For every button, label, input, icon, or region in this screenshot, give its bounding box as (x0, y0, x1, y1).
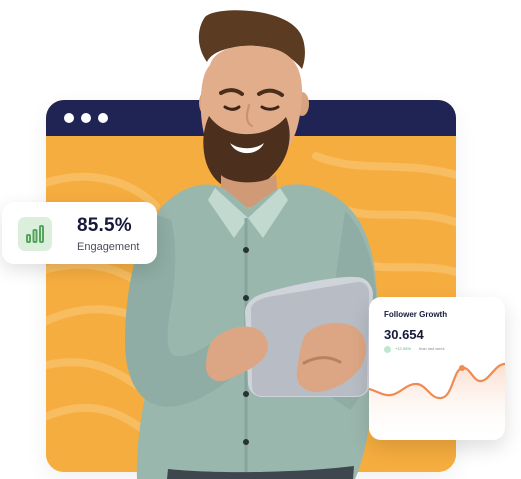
follower-growth-sparkline (369, 362, 505, 440)
follower-growth-card: Follower Growth 30.654 +12.09% than last… (369, 297, 505, 440)
hero-illustration: 85.5% Engagement Follower Growth 30.654 … (0, 0, 521, 479)
growth-up-icon (384, 346, 391, 353)
bar-chart-icon-graphic (26, 225, 44, 243)
engagement-label: Engagement (77, 241, 140, 253)
engagement-value: 85.5% (77, 215, 132, 236)
engagement-card: 85.5% Engagement (2, 202, 157, 264)
follower-growth-change: +12.09% (395, 346, 411, 351)
sparkline-marker (459, 365, 465, 371)
sparkline-area (369, 364, 505, 440)
follower-growth-title: Follower Growth (384, 310, 448, 319)
bar-chart-icon (18, 217, 52, 251)
follower-growth-value: 30.654 (384, 327, 424, 342)
follower-growth-period: than last week (419, 346, 445, 351)
